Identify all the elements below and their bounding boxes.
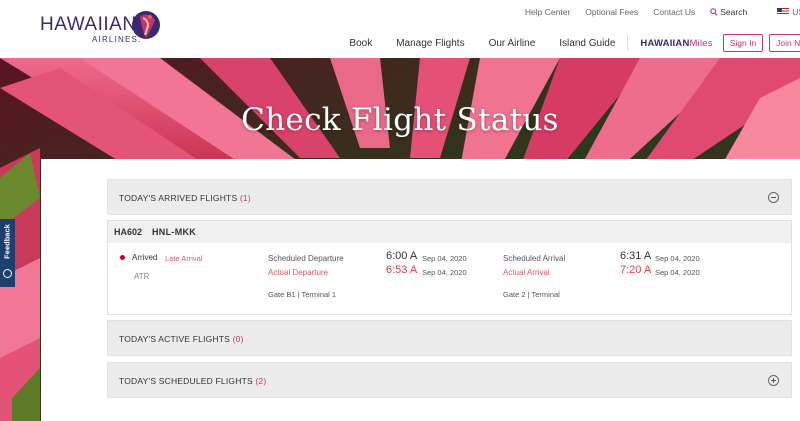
flight-status-panel: TODAY'S ARRIVED FLIGHTS (1) HA602 HNL-MK…	[41, 159, 800, 421]
actual-departure-date: Sep 04, 2020	[422, 268, 467, 277]
arrived-flights-header[interactable]: TODAY'S ARRIVED FLIGHTS (1)	[107, 179, 792, 215]
hawaiianmiles-link[interactable]: HAWAIIANMiles	[640, 38, 712, 49]
locale-label: US	[792, 7, 800, 17]
scheduled-title-text: TODAY'S SCHEDULED FLIGHTS	[119, 376, 253, 386]
actual-arrival-time: 7:20 A	[620, 264, 652, 276]
contact-us-link[interactable]: Contact Us	[653, 7, 695, 17]
miles-brand: HAWAIIAN	[640, 37, 690, 49]
sign-in-button[interactable]: Sign In	[722, 34, 764, 52]
flight-number: HA602	[114, 227, 143, 237]
main-nav: Book Manage Flights Our Airline Island G…	[325, 34, 800, 52]
active-count: (0)	[232, 334, 244, 344]
actual-departure-label: Actual Departure	[268, 268, 329, 277]
nav-divider	[627, 35, 629, 51]
scheduled-arrival-label: Scheduled Arrival	[503, 254, 566, 263]
search-link[interactable]: Search	[710, 7, 747, 17]
search-icon	[710, 8, 718, 16]
arrived-title-text: TODAY'S ARRIVED FLIGHTS	[119, 193, 238, 203]
scheduled-flights-header[interactable]: TODAY'S SCHEDULED FLIGHTS (2)	[107, 362, 792, 398]
arrived-flights-title: TODAY'S ARRIVED FLIGHTS (1)	[119, 193, 251, 203]
optional-fees-link[interactable]: Optional Fees	[585, 7, 638, 17]
active-flights-header[interactable]: TODAY'S ACTIVE FLIGHTS (0)	[107, 320, 792, 356]
aircraft-type: ATR	[134, 272, 150, 281]
flight-card: HA602 HNL-MKK Arrived Late Arrival ATR S…	[107, 220, 792, 315]
actual-arrival-label: Actual Arrival	[503, 268, 550, 277]
flight-route: HNL-MKK	[152, 227, 197, 237]
collapse-icon[interactable]	[768, 192, 779, 203]
active-flights-title: TODAY'S ACTIVE FLIGHTS (0)	[119, 334, 244, 344]
flight-status: Arrived	[132, 253, 158, 262]
us-flag-icon	[777, 8, 790, 16]
departure-gate: Gate B1 | Terminal 1	[268, 290, 337, 299]
scheduled-departure-label: Scheduled Departure	[268, 254, 344, 263]
utility-nav: Help Center Optional Fees Contact Us Sea…	[510, 5, 800, 19]
search-label: Search	[720, 7, 748, 17]
locale-selector[interactable]: US	[762, 7, 800, 17]
site-header: HAWAIIAN AIRLINES. Help Center Optional …	[0, 0, 800, 58]
active-title-text: TODAY'S ACTIVE FLIGHTS	[119, 334, 231, 344]
nav-our-airline[interactable]: Our Airline	[489, 38, 536, 49]
page-title: Check Flight Status	[241, 102, 559, 138]
actual-arrival-date: Sep 04, 2020	[655, 268, 700, 277]
expand-icon[interactable]	[768, 375, 779, 386]
scheduled-arrival-time: 6:31 A	[620, 250, 652, 262]
nav-manage-flights[interactable]: Manage Flights	[396, 38, 464, 49]
actual-departure-time: 6:53 A	[386, 264, 418, 276]
miles-word: Miles	[689, 37, 713, 49]
status-dot-icon	[120, 255, 125, 260]
hawaiian-airlines-logo[interactable]: HAWAIIAN AIRLINES.	[40, 8, 165, 50]
late-arrival-badge: Late Arrival	[165, 254, 203, 263]
nav-book[interactable]: Book	[349, 38, 372, 49]
scheduled-count: (2)	[255, 376, 267, 386]
help-center-link[interactable]: Help Center	[525, 7, 570, 17]
feedback-label: Feedback	[2, 224, 12, 259]
feedback-tab[interactable]: Feedback	[0, 219, 15, 287]
scheduled-departure-date: Sep 04, 2020	[422, 254, 467, 263]
feedback-icon	[3, 269, 12, 278]
scheduled-arrival-date: Sep 04, 2020	[655, 254, 700, 263]
pualani-logo-icon	[132, 11, 160, 39]
flight-card-header: HA602 HNL-MKK	[108, 221, 791, 243]
arrived-count: (1)	[239, 193, 251, 203]
scheduled-departure-time: 6:00 A	[386, 250, 418, 262]
scheduled-flights-title: TODAY'S SCHEDULED FLIGHTS (2)	[119, 376, 266, 386]
nav-island-guide[interactable]: Island Guide	[559, 38, 615, 49]
arrival-gate: Gate 2 | Terminal	[503, 290, 560, 299]
join-now-button[interactable]: Join No	[769, 34, 800, 52]
logo-wordmark: HAWAIIAN	[40, 14, 137, 35]
